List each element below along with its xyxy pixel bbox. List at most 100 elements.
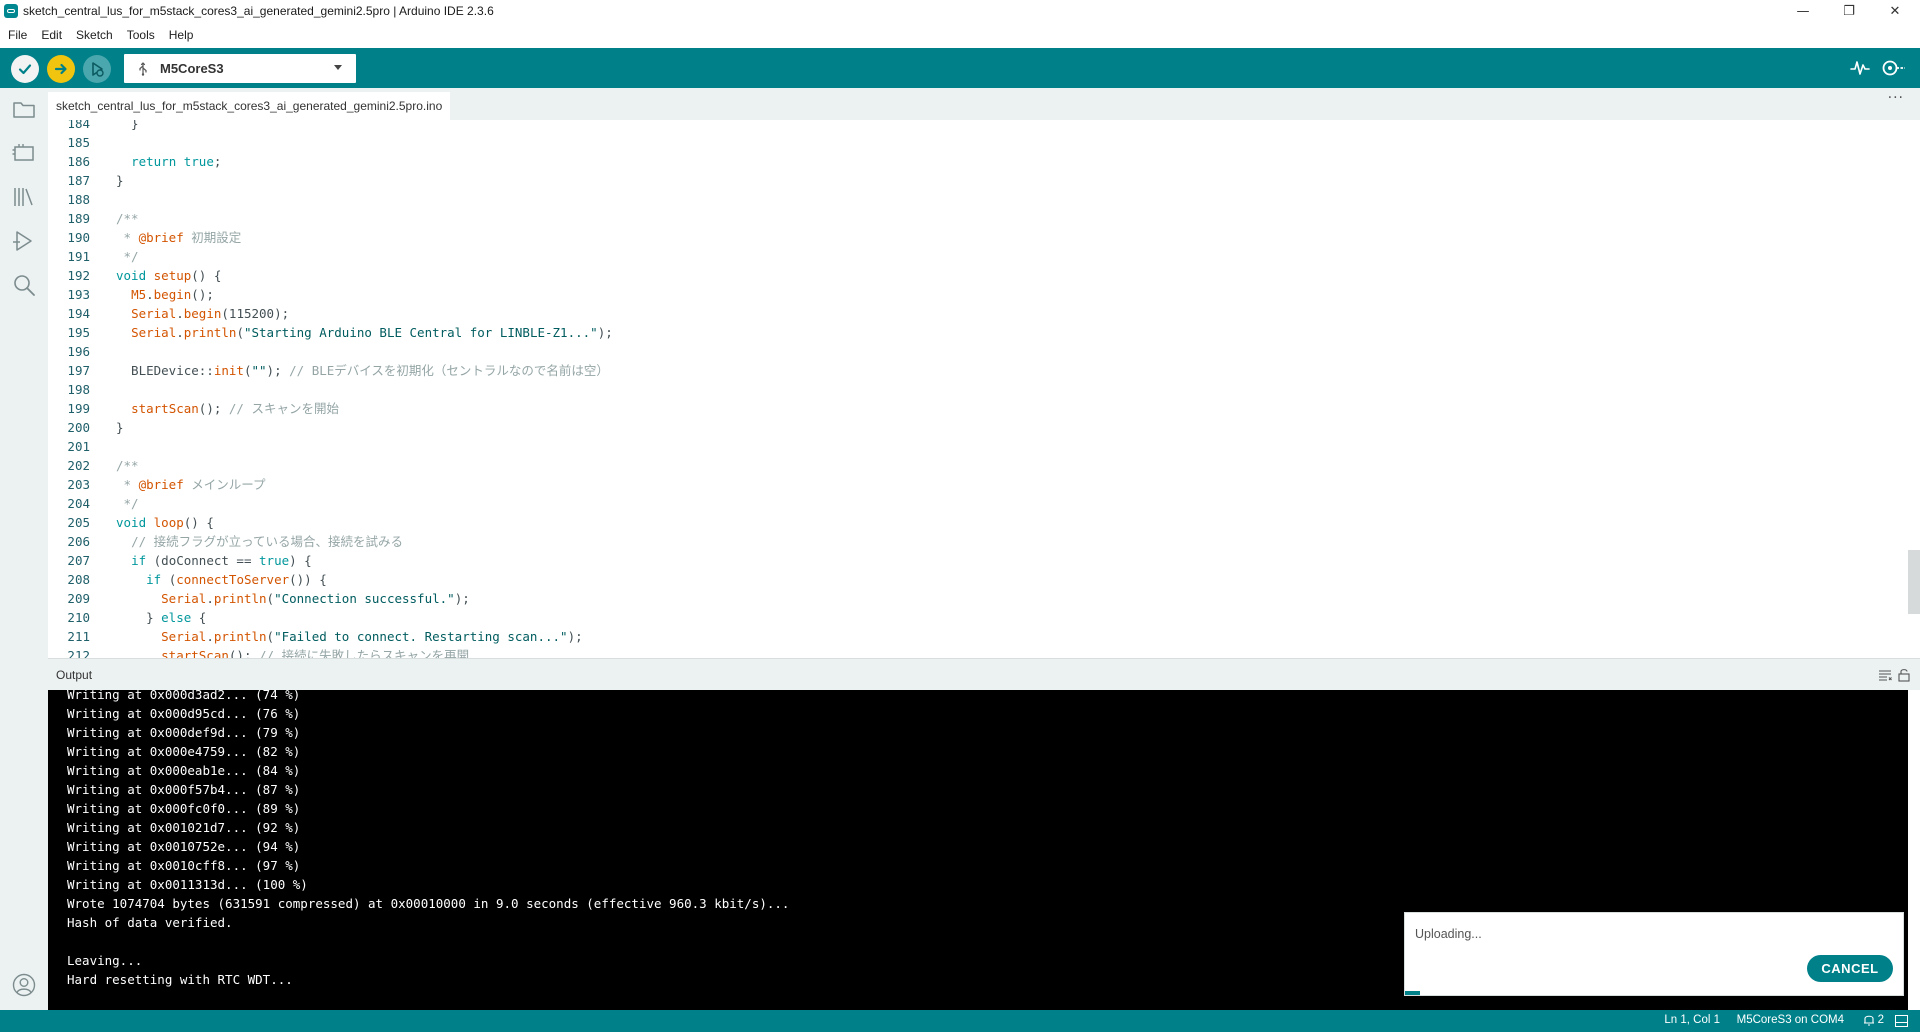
boards-manager-icon[interactable] — [11, 140, 37, 166]
upload-notification: Uploading... CANCEL — [1404, 912, 1904, 996]
upload-button[interactable] — [47, 55, 75, 83]
output-line: Writing at 0x000e4759... (82 %) — [67, 744, 301, 759]
code-text: void setup() { — [116, 268, 222, 283]
output-title: Output — [56, 668, 93, 682]
code-line: 196 — [48, 342, 1898, 361]
output-line: Writing at 0x000eab1e... (84 %) — [67, 763, 301, 778]
line-number: 195 — [67, 325, 90, 340]
notification-message: Uploading... — [1415, 927, 1482, 941]
output-line: Hash of data verified. — [67, 915, 233, 930]
account-icon[interactable] — [11, 972, 37, 998]
line-number: 199 — [67, 401, 90, 416]
code-text: void loop() { — [116, 515, 214, 530]
code-line: 203 * @brief メインループ — [48, 475, 1898, 494]
code-text: * @brief メインループ — [116, 477, 266, 492]
code-line: 209 Serial.println("Connection successfu… — [48, 589, 1898, 608]
clear-output-icon[interactable] — [1878, 669, 1892, 682]
line-number: 190 — [67, 230, 90, 245]
verify-button[interactable] — [11, 55, 39, 83]
line-number: 197 — [67, 363, 90, 378]
line-number: 202 — [67, 458, 90, 473]
serial-monitor-icon[interactable] — [1880, 58, 1906, 78]
code-editor[interactable]: 184 } 185 186 return true; 187} 188 189/** 190… — [48, 120, 1920, 658]
code-line: 194 Serial.begin(115200); — [48, 304, 1898, 323]
serial-plotter-icon[interactable] — [1850, 59, 1870, 77]
editor-scrollbar[interactable] — [1908, 550, 1920, 614]
code-text: } else { — [116, 610, 207, 625]
cancel-button[interactable]: CANCEL — [1807, 955, 1893, 982]
line-number: 212 — [67, 648, 90, 658]
sketchbook-folder-icon[interactable] — [11, 96, 37, 122]
output-line: Writing at 0x000f57b4... (87 %) — [67, 782, 301, 797]
activity-bar — [0, 88, 48, 1010]
output-line: Writing at 0x0010752e... (94 %) — [67, 839, 301, 854]
debug-button[interactable] — [83, 55, 111, 83]
output-line: Writing at 0x0011313d... (100 %) — [67, 877, 308, 892]
line-number: 205 — [67, 515, 90, 530]
code-line: 207 if (doConnect == true) { — [48, 551, 1898, 570]
line-number: 194 — [67, 306, 90, 321]
menu-edit[interactable]: Edit — [34, 28, 69, 42]
tab-sketch-file[interactable]: sketch_central_lus_for_m5stack_cores3_ai… — [48, 92, 451, 120]
more-actions-button[interactable]: ··· — [1888, 90, 1904, 106]
notifications-indicator[interactable]: 2 — [1863, 1013, 1884, 1026]
notification-count: 2 — [1877, 1013, 1884, 1026]
output-scrollbar[interactable] — [1908, 690, 1920, 1010]
bell-icon — [1863, 1015, 1874, 1026]
code-text: */ — [116, 496, 139, 511]
code-text: startScan(); // スキャンを開始 — [131, 401, 339, 416]
toggle-panel-icon[interactable] — [1895, 1015, 1908, 1027]
code-text: } — [116, 173, 124, 188]
code-line: 212 startScan(); // 接続に失敗したらスキャンを再開 — [48, 646, 1898, 658]
code-line: 201 — [48, 437, 1898, 456]
cursor-position[interactable]: Ln 1, Col 1 — [1664, 1014, 1720, 1026]
output-line: Writing at 0x001021d7... (92 %) — [67, 820, 301, 835]
code-text: Serial.begin(115200); — [131, 306, 290, 321]
arduino-app-icon — [4, 4, 18, 18]
code-text: BLEDevice::init(""); // BLEデバイスを初期化（セントラ… — [116, 363, 609, 378]
code-line: 199 startScan(); // スキャンを開始 — [48, 399, 1898, 418]
library-manager-icon[interactable] — [11, 184, 37, 210]
code-text: return true; — [131, 154, 222, 169]
line-number: 189 — [67, 211, 90, 226]
code-line: 184 } — [48, 120, 1898, 133]
board-port-status[interactable]: M5CoreS3 on COM4 — [1737, 1014, 1844, 1026]
output-line: Writing at 0x000fc0f0... (89 %) — [67, 801, 301, 816]
line-number: 208 — [67, 572, 90, 587]
board-name: M5CoreS3 — [160, 61, 224, 76]
menu-file[interactable]: File — [0, 28, 34, 42]
line-number: 185 — [67, 135, 90, 150]
code-line: 210 } else { — [48, 608, 1898, 627]
code-text: Serial.println("Failed to connect. Resta… — [161, 629, 583, 644]
code-line: 186 return true; — [48, 152, 1898, 171]
arrow-right-icon — [54, 63, 67, 75]
code-line: 187} — [48, 171, 1898, 190]
board-selector[interactable]: M5CoreS3 — [124, 54, 356, 83]
code-line: 195 Serial.println("Starting Arduino BLE… — [48, 323, 1898, 342]
maximize-button[interactable]: ❐ — [1826, 0, 1872, 22]
code-line: 206 // 接続フラグが立っている場合、接続を試みる — [48, 532, 1898, 551]
line-number: 193 — [67, 287, 90, 302]
close-button[interactable]: ✕ — [1872, 0, 1918, 22]
menu-sketch[interactable]: Sketch — [69, 28, 120, 42]
line-number: 201 — [67, 439, 90, 454]
code-line: 188 — [48, 190, 1898, 209]
scroll-lock-icon[interactable] — [1898, 668, 1910, 682]
code-line: 198 — [48, 380, 1898, 399]
menu-tools[interactable]: Tools — [120, 28, 162, 42]
output-line: Writing at 0x0010cff8... (97 %) — [67, 858, 301, 873]
menu-help[interactable]: Help — [162, 28, 201, 42]
chevron-down-icon — [334, 65, 342, 70]
output-line: Writing at 0x000d3ad2... (74 %) — [67, 690, 301, 702]
minimize-button[interactable]: — — [1780, 0, 1826, 22]
debug-panel-icon[interactable] — [11, 228, 37, 254]
line-number: 207 — [67, 553, 90, 568]
line-number: 203 — [67, 477, 90, 492]
code-line: 208 if (connectToServer()) { — [48, 570, 1898, 589]
search-icon[interactable] — [11, 272, 37, 298]
checkmark-icon — [18, 64, 32, 75]
code-text: startScan(); // 接続に失敗したらスキャンを再開 — [161, 648, 470, 658]
line-number: 210 — [67, 610, 90, 625]
code-line: 192 void setup() { — [48, 266, 1898, 285]
code-text: M5.begin(); — [131, 287, 214, 302]
